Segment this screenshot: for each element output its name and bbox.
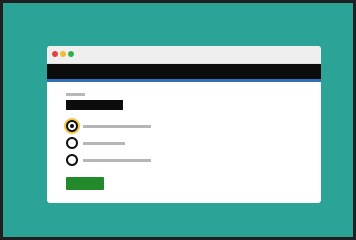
desktop-background xyxy=(0,0,356,240)
form-overline-placeholder xyxy=(66,93,85,96)
radio-button-3[interactable] xyxy=(66,154,78,166)
maximize-dot-icon[interactable] xyxy=(68,51,74,57)
radio-option-2[interactable] xyxy=(66,137,176,149)
radio-option-3[interactable] xyxy=(66,154,176,166)
browser-window xyxy=(47,46,321,203)
radio-button-2[interactable] xyxy=(66,137,78,149)
radio-option-2-label-placeholder xyxy=(83,142,125,145)
minimize-dot-icon[interactable] xyxy=(60,51,66,57)
form-heading-placeholder xyxy=(66,100,123,110)
submit-button[interactable] xyxy=(66,177,104,190)
window-titlebar xyxy=(47,46,321,64)
radio-option-1[interactable] xyxy=(66,120,176,132)
radio-button-1[interactable] xyxy=(66,120,78,132)
radio-option-3-label-placeholder xyxy=(83,159,151,162)
site-header-bar xyxy=(47,64,321,79)
close-dot-icon[interactable] xyxy=(52,51,58,57)
radio-option-1-label-placeholder xyxy=(83,125,151,128)
form-content xyxy=(47,82,321,203)
